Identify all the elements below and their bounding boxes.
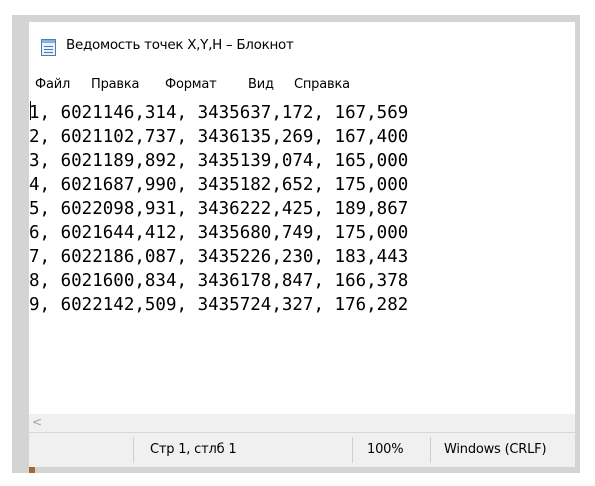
status-divider [133, 437, 134, 463]
desktop-edge [29, 467, 35, 473]
status-bar: Стр 1, стлб 1 100% Windows (CRLF) [29, 432, 575, 467]
chevron-left-icon[interactable]: < [32, 415, 42, 429]
text-line: 4, 6021687,990, 3435182,652, 175,000 [29, 175, 409, 195]
horizontal-scrollbar[interactable]: < [29, 414, 575, 432]
menu-bar: Файл Правка Формат Вид Справка [29, 72, 575, 96]
notepad-icon [41, 39, 56, 56]
title-bar[interactable]: Ведомость точек X,Y,H – Блокнот [29, 22, 575, 72]
text-line: 2, 6021102,737, 3436135,269, 167,400 [29, 127, 409, 147]
text-line: 8, 6021600,834, 3436178,847, 166,378 [29, 271, 409, 291]
menu-view[interactable]: Вид [248, 77, 274, 92]
menu-help[interactable]: Справка [294, 77, 350, 92]
menu-format[interactable]: Формат [165, 77, 217, 92]
text-line: 6, 6021644,412, 3435680,749, 175,000 [29, 223, 409, 243]
menu-edit[interactable]: Правка [91, 77, 139, 92]
text-line: 9, 6022142,509, 3435724,327, 176,282 [29, 295, 409, 315]
zoom-level: 100% [367, 442, 404, 457]
line-ending: Windows (CRLF) [444, 442, 547, 457]
window-title: Ведомость точек X,Y,H – Блокнот [66, 37, 294, 53]
status-divider [352, 437, 353, 463]
menu-file[interactable]: Файл [35, 77, 70, 92]
notepad-window: Ведомость точек X,Y,H – Блокнот Файл Пра… [29, 22, 575, 467]
text-editor[interactable]: 1, 6021146,314, 3435637,172, 167,569 2, … [29, 98, 575, 414]
text-line: 1, 6021146,314, 3435637,172, 167,569 [29, 103, 409, 123]
status-divider [430, 437, 431, 463]
text-line: 5, 6022098,931, 3436222,425, 189,867 [29, 199, 409, 219]
cursor-position: Стр 1, стлб 1 [150, 442, 237, 457]
text-line: 7, 6022186,087, 3435226,230, 183,443 [29, 247, 409, 267]
text-caret [30, 101, 31, 120]
text-line: 3, 6021189,892, 3435139,074, 165,000 [29, 151, 409, 171]
